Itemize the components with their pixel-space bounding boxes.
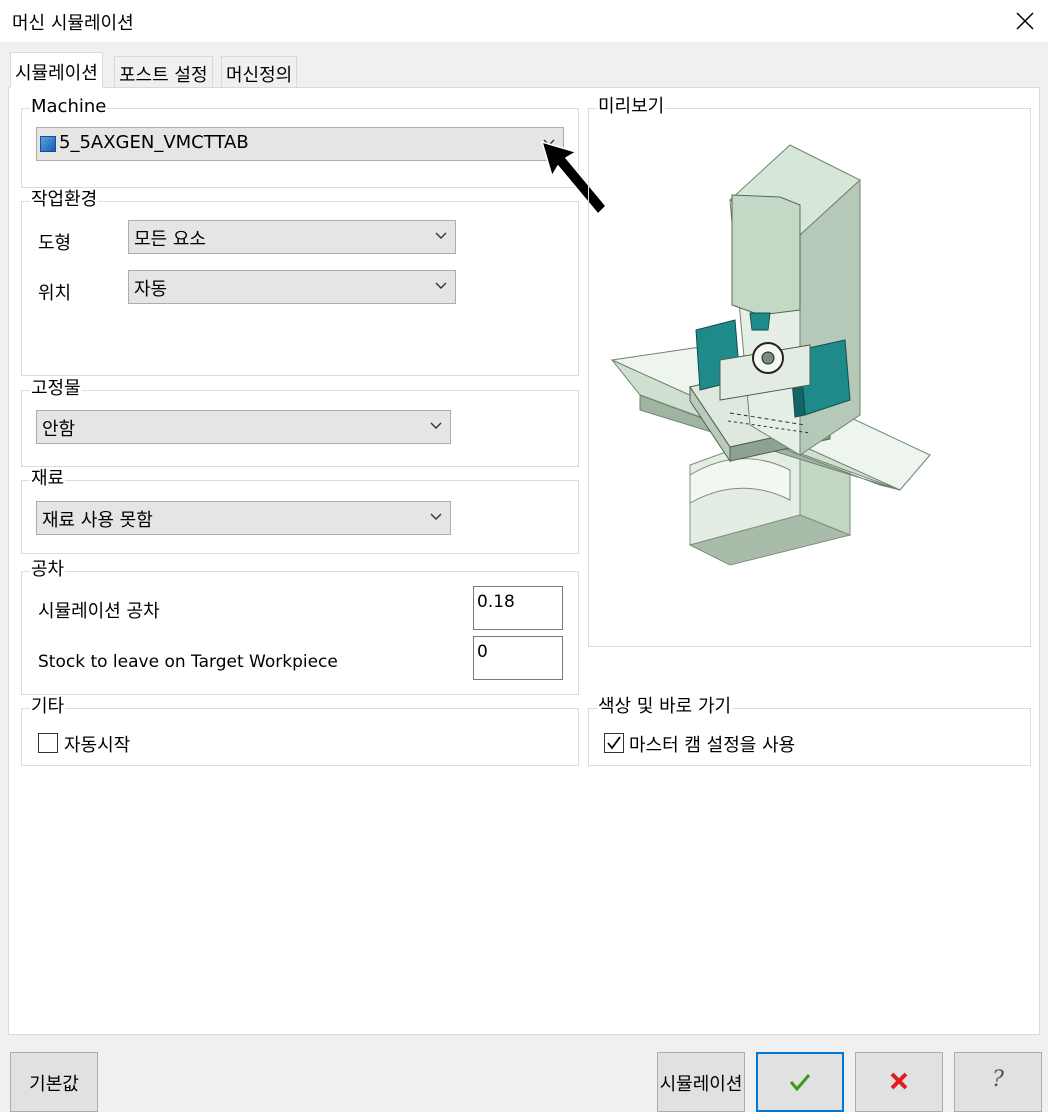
chevron-down-icon	[430, 513, 442, 520]
fixture-select[interactable]: 안함	[36, 410, 451, 444]
fixture-group-label: 고정물	[30, 377, 82, 401]
machine-select[interactable]: 5_5AXGEN_VMCTTAB	[36, 127, 564, 161]
simulate-button[interactable]: 시뮬레이션	[657, 1052, 745, 1112]
question-mark-icon: ?	[992, 1067, 1004, 1092]
close-button[interactable]	[1008, 4, 1042, 38]
simulation-tolerance-value: 0.18	[477, 592, 515, 612]
machine-preview-image	[610, 144, 931, 566]
chevron-down-icon	[435, 232, 447, 239]
chevron-down-icon	[435, 282, 447, 289]
autostart-label: 자동시작	[64, 735, 131, 756]
stock-to-leave-label: Stock to leave on Target Workpiece	[38, 652, 338, 672]
simulate-button-label: 시뮬레이션	[659, 1074, 743, 1095]
misc-group-label: 기타	[30, 695, 66, 719]
defaults-button[interactable]: 기본값	[10, 1052, 98, 1112]
use-master-settings-checkbox[interactable]	[604, 733, 624, 753]
stock-to-leave-input[interactable]: 0	[473, 636, 563, 680]
window-title: 머신 시뮬레이션	[12, 13, 134, 34]
environment-group-label: 작업환경	[30, 188, 99, 212]
machine-file-icon	[40, 136, 56, 152]
defaults-button-label: 기본값	[29, 1074, 79, 1095]
geometry-select-value: 모든 요소	[134, 229, 206, 250]
machine-group-label: Machine	[30, 95, 108, 119]
tab-post-settings[interactable]: 포스트 설정	[114, 56, 213, 88]
red-x-icon	[890, 1072, 908, 1090]
position-label: 위치	[38, 283, 72, 304]
preview-group-label: 미리보기	[597, 95, 666, 119]
material-group-label: 재료	[30, 467, 66, 491]
simulation-tolerance-input[interactable]: 0.18	[473, 586, 563, 630]
title-bar: 머신 시뮬레이션	[0, 0, 1048, 42]
geometry-label: 도형	[38, 233, 72, 254]
fixture-select-value: 안함	[42, 419, 76, 440]
machine-select-value: 5_5AXGEN_VMCTTAB	[59, 132, 249, 153]
geometry-select[interactable]: 모든 요소	[128, 220, 456, 254]
green-check-icon	[789, 1074, 811, 1092]
position-select-value: 자동	[134, 279, 168, 300]
cancel-button[interactable]	[855, 1052, 943, 1112]
chevron-down-icon	[430, 422, 442, 429]
tolerance-group-label: 공차	[30, 558, 66, 582]
simulation-tolerance-label: 시뮬레이션 공차	[38, 601, 160, 622]
tab-simulation[interactable]: 시뮬레이션	[10, 52, 103, 88]
ok-button[interactable]	[756, 1052, 844, 1112]
stock-to-leave-value: 0	[477, 642, 488, 662]
tab-machine-definition[interactable]: 머신정의	[221, 56, 298, 88]
close-icon	[1016, 12, 1034, 30]
autostart-checkbox[interactable]	[38, 733, 58, 753]
checkmark-icon	[607, 736, 621, 750]
help-button[interactable]: ?	[954, 1052, 1042, 1112]
color-shortcut-group-label: 색상 및 바로 가기	[597, 695, 733, 719]
position-select[interactable]: 자동	[128, 270, 456, 304]
material-select[interactable]: 재료 사용 못함	[36, 501, 451, 535]
use-master-settings-label: 마스터 캠 설정을 사용	[629, 735, 796, 756]
material-select-value: 재료 사용 못함	[42, 510, 153, 531]
